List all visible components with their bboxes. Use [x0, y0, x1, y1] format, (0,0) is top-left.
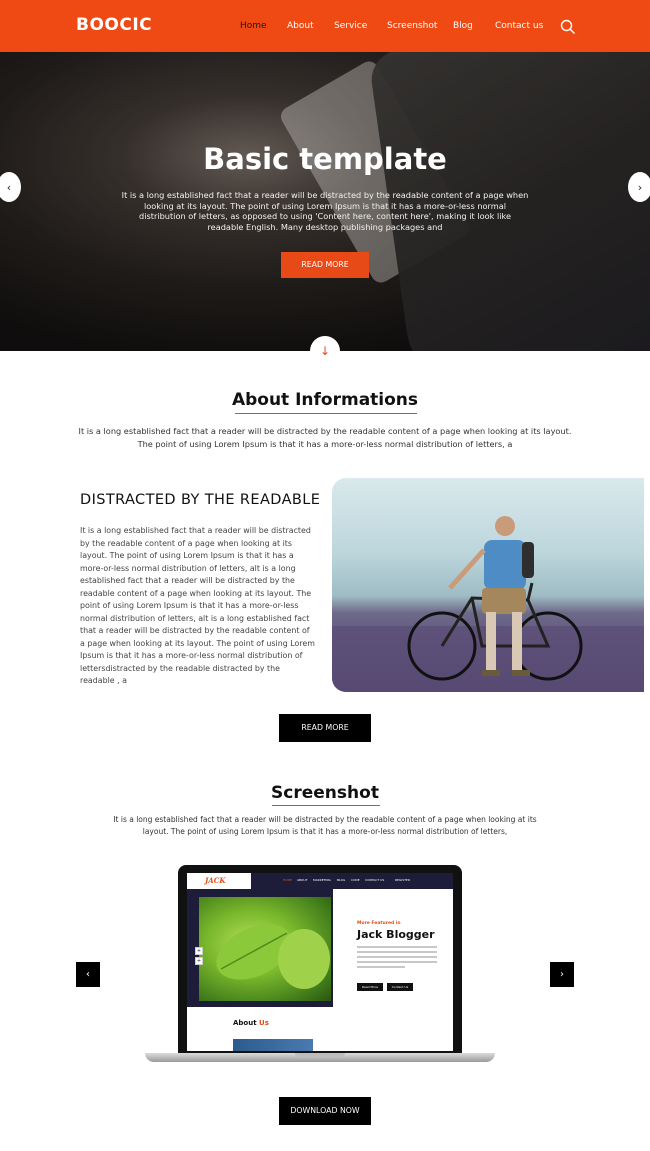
hero-read-more-button[interactable]: READ MORE: [281, 252, 369, 278]
screenshot-title: Screenshot: [271, 783, 379, 803]
mock-logo: JACK: [205, 876, 226, 885]
nav-item-home[interactable]: Home: [240, 21, 267, 31]
feature-title: DISTRACTED BY THE READABLE: [80, 492, 321, 508]
hero-title: Basic template: [203, 142, 447, 176]
chevron-right-icon: ›: [560, 969, 564, 980]
hero-next-button[interactable]: ›: [628, 172, 650, 202]
download-now-button[interactable]: DOWNLOAD NOW: [279, 1097, 371, 1125]
mock-nav-6: REGISTER: [395, 878, 410, 882]
mock-nav-0: HOME: [283, 878, 293, 882]
nav-item-service[interactable]: Service: [334, 21, 367, 31]
header: BOOCIC Home About Service Screenshot Blo…: [0, 0, 650, 52]
nav-item-contact[interactable]: Contact us: [495, 21, 543, 31]
mock-about-heading: About Us: [233, 1019, 269, 1027]
search-icon[interactable]: [560, 19, 576, 35]
feature-text: It is a long established fact that a rea…: [80, 526, 315, 685]
about-title-underline: [235, 413, 417, 414]
screenshot-text: It is a long established fact that a rea…: [113, 815, 537, 836]
nav-item-screenshot[interactable]: Screenshot: [387, 21, 437, 31]
mock-prev-button: +: [195, 947, 203, 955]
laptop-screen: JACK HOME ABOUT MARKETING BLOG CODE CONT…: [187, 873, 453, 1051]
mock-next-button: +: [195, 957, 203, 965]
cyclist-illustration: [332, 516, 644, 692]
about-read-more-button[interactable]: READ MORE: [279, 714, 371, 742]
nav-item-about[interactable]: About: [287, 21, 314, 31]
mock-leaf-image: [199, 897, 331, 1001]
screenshot-title-underline: [272, 805, 380, 806]
mock-body-lines: [357, 946, 437, 974]
mock-nav-3: BLOG: [337, 878, 346, 882]
mock-kicker: More Featured in: [357, 921, 401, 926]
scroll-down-button[interactable]: ↓: [310, 336, 340, 366]
hero-text: It is a long established fact that a rea…: [121, 190, 529, 233]
chevron-right-icon: ›: [637, 180, 643, 194]
about-title: About Informations: [231, 390, 419, 410]
mock-headline: Jack Blogger: [357, 928, 435, 941]
mock-button-read: Read More: [357, 983, 383, 991]
hero-slider: Basic template It is a long established …: [0, 52, 650, 351]
cyclist-image: [332, 478, 644, 692]
mock-header: JACK HOME ABOUT MARKETING BLOG CODE CONT…: [187, 873, 453, 889]
screenshot-next-button[interactable]: ›: [550, 962, 574, 987]
mock-button-contact: Contact Us: [387, 983, 413, 991]
laptop-mockup: JACK HOME ABOUT MARKETING BLOG CODE CONT…: [145, 865, 495, 1065]
mock-about-image: [233, 1039, 313, 1051]
arrow-down-icon: ↓: [319, 344, 331, 358]
chevron-left-icon: ‹: [86, 969, 90, 980]
main-nav: Home About Service Screenshot Blog Conta…: [0, 21, 650, 35]
mock-nav-1: ABOUT: [297, 878, 308, 882]
about-text: It is a long established fact that a rea…: [78, 426, 572, 449]
mock-nav-2: MARKETING: [313, 878, 331, 882]
chevron-left-icon: ‹: [6, 180, 12, 194]
screenshot-prev-button[interactable]: ‹: [76, 962, 100, 987]
nav-item-blog[interactable]: Blog: [453, 21, 473, 31]
mock-nav-5: CONTACT US: [365, 878, 385, 882]
mock-nav-4: CODE: [351, 878, 360, 882]
